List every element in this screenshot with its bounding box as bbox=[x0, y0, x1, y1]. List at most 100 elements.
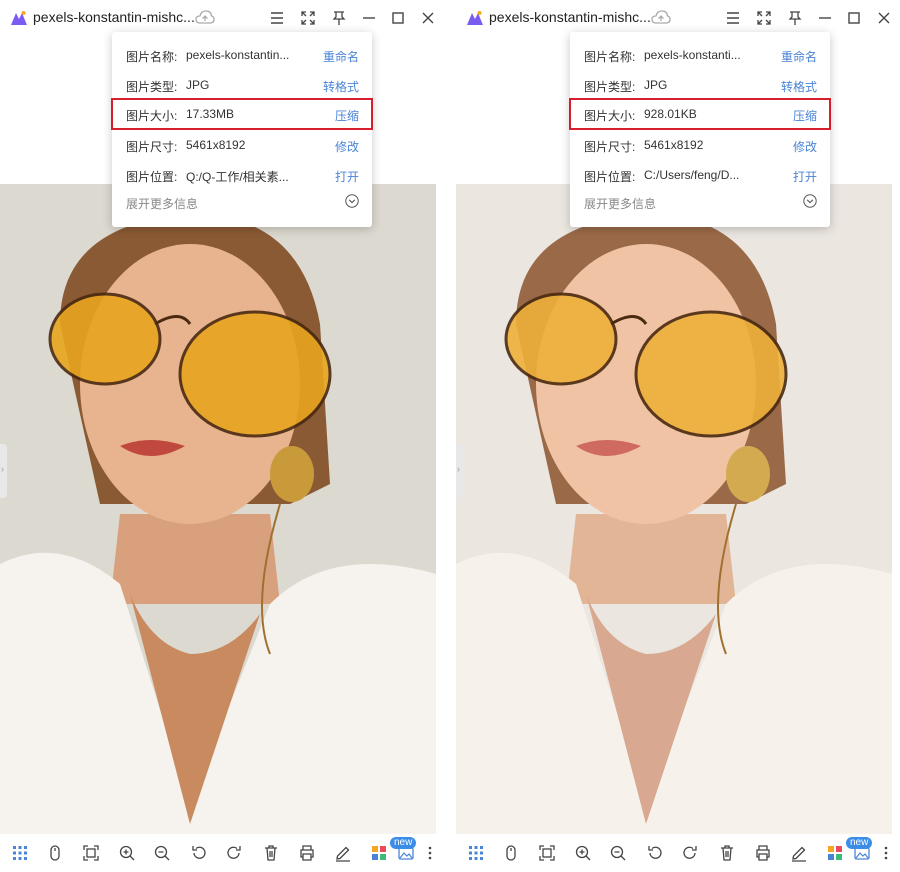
location-value: C:/Users/feng/D... bbox=[644, 168, 740, 182]
open-location-link[interactable]: 打开 bbox=[335, 168, 359, 185]
mouse-icon[interactable] bbox=[46, 844, 64, 862]
edit-icon[interactable] bbox=[790, 844, 808, 862]
print-icon[interactable] bbox=[754, 844, 772, 862]
grid-icon[interactable] bbox=[11, 844, 29, 862]
mouse-icon[interactable] bbox=[502, 844, 520, 862]
app-logo-icon bbox=[11, 11, 27, 25]
side-panel-handle[interactable]: › bbox=[456, 444, 463, 498]
file-title: pexels-konstantin-mishc... bbox=[489, 9, 651, 25]
rename-link[interactable]: 重命名 bbox=[323, 48, 359, 65]
chevron-down-icon bbox=[345, 194, 359, 208]
delete-icon[interactable] bbox=[262, 844, 280, 862]
menu-icon[interactable] bbox=[268, 9, 286, 27]
close-icon[interactable] bbox=[875, 9, 893, 27]
fullscreen-icon[interactable] bbox=[299, 9, 317, 27]
info-row-name: 图片名称: pexels-konstantin... 重命名 bbox=[112, 40, 372, 70]
zoom-out-icon[interactable] bbox=[609, 844, 627, 862]
size-value: 17.33MB bbox=[186, 107, 235, 121]
image-info-popup: 图片名称: pexels-konstantin... 重命名 图片类型: JPG… bbox=[111, 32, 373, 227]
type-value: JPG bbox=[644, 78, 668, 92]
new-badge: new bbox=[846, 837, 873, 849]
fit-screen-icon[interactable] bbox=[82, 844, 100, 862]
chevron-down-icon bbox=[803, 194, 817, 208]
dimensions-label: 图片尺寸: bbox=[126, 140, 178, 154]
minimize-icon[interactable] bbox=[816, 9, 834, 27]
name-label: 图片名称: bbox=[584, 50, 636, 64]
location-label: 图片位置: bbox=[584, 170, 636, 184]
title-bar: pexels-konstantin-mishc... bbox=[456, 0, 900, 36]
fit-screen-icon[interactable] bbox=[538, 844, 556, 862]
menu-icon[interactable] bbox=[724, 9, 742, 27]
info-row-location: 图片位置: Q:/Q-工作/相关素... 打开 bbox=[112, 160, 372, 190]
pin-icon[interactable] bbox=[786, 9, 804, 27]
dimensions-value: 5461x8192 bbox=[186, 138, 246, 152]
open-location-link[interactable]: 打开 bbox=[793, 168, 817, 185]
size-value: 928.01KB bbox=[644, 107, 697, 121]
print-icon[interactable] bbox=[298, 844, 316, 862]
close-icon[interactable] bbox=[419, 9, 437, 27]
name-label: 图片名称: bbox=[126, 50, 178, 64]
info-row-size: 图片大小: 17.33MB 压缩 bbox=[111, 98, 373, 130]
zoom-in-icon[interactable] bbox=[574, 844, 592, 862]
rotate-right-icon[interactable] bbox=[681, 844, 699, 862]
info-row-type: 图片类型: JPG 转格式 bbox=[112, 70, 372, 100]
info-row-name: 图片名称: pexels-konstanti... 重命名 bbox=[570, 40, 830, 70]
rotate-right-icon[interactable] bbox=[225, 844, 243, 862]
expand-more-label: 展开更多信息 bbox=[584, 197, 657, 211]
image-info-popup: 图片名称: pexels-konstanti... 重命名 图片类型: JPG … bbox=[569, 32, 831, 227]
grid-icon[interactable] bbox=[467, 844, 485, 862]
resize-link[interactable]: 修改 bbox=[335, 138, 359, 155]
type-label: 图片类型: bbox=[584, 80, 636, 94]
type-label: 图片类型: bbox=[126, 80, 178, 94]
minimize-icon[interactable] bbox=[360, 9, 378, 27]
location-value: Q:/Q-工作/相关素... bbox=[186, 170, 289, 184]
zoom-out-icon[interactable] bbox=[153, 844, 171, 862]
more-icon[interactable] bbox=[877, 844, 888, 862]
file-title: pexels-konstantin-mishc... bbox=[33, 9, 195, 25]
rotate-left-icon[interactable] bbox=[190, 844, 208, 862]
new-badge: new bbox=[390, 837, 417, 849]
maximize-icon[interactable] bbox=[389, 9, 407, 27]
edit-icon[interactable] bbox=[334, 844, 352, 862]
side-panel-handle[interactable]: › bbox=[0, 444, 7, 498]
pin-icon[interactable] bbox=[330, 9, 348, 27]
info-row-type: 图片类型: JPG 转格式 bbox=[570, 70, 830, 100]
app-logo-icon bbox=[467, 11, 483, 25]
cloud-upload-icon[interactable] bbox=[651, 9, 671, 27]
dimensions-value: 5461x8192 bbox=[644, 138, 704, 152]
info-row-dimensions: 图片尺寸: 5461x8192 修改 bbox=[570, 130, 830, 160]
size-label: 图片大小: bbox=[126, 109, 178, 123]
convert-format-link[interactable]: 转格式 bbox=[323, 78, 359, 95]
delete-icon[interactable] bbox=[718, 844, 736, 862]
fullscreen-icon[interactable] bbox=[755, 9, 773, 27]
expand-more-info[interactable]: 展开更多信息 bbox=[570, 192, 830, 218]
bottom-toolbar: new bbox=[0, 834, 444, 872]
name-value: pexels-konstantin... bbox=[186, 48, 290, 62]
resize-link[interactable]: 修改 bbox=[793, 138, 817, 155]
apps-icon[interactable] bbox=[826, 844, 844, 862]
cloud-upload-icon[interactable] bbox=[195, 9, 215, 27]
rename-link[interactable]: 重命名 bbox=[781, 48, 817, 65]
maximize-icon[interactable] bbox=[845, 9, 863, 27]
dimensions-label: 图片尺寸: bbox=[584, 140, 636, 154]
photo-original bbox=[0, 184, 436, 834]
info-row-dimensions: 图片尺寸: 5461x8192 修改 bbox=[112, 130, 372, 160]
photo-compressed bbox=[456, 184, 892, 834]
size-label: 图片大小: bbox=[584, 109, 636, 123]
apps-icon[interactable] bbox=[370, 844, 388, 862]
title-bar: pexels-konstantin-mishc... bbox=[0, 0, 444, 36]
compress-link[interactable]: 压缩 bbox=[793, 107, 817, 124]
bottom-toolbar: new bbox=[456, 834, 900, 872]
zoom-in-icon[interactable] bbox=[118, 844, 136, 862]
more-icon[interactable] bbox=[421, 844, 432, 862]
viewer-window-original: pexels-konstantin-mishc... › 图片名称: pexel… bbox=[0, 0, 444, 872]
expand-more-label: 展开更多信息 bbox=[126, 197, 199, 211]
expand-more-info[interactable]: 展开更多信息 bbox=[112, 192, 372, 218]
convert-format-link[interactable]: 转格式 bbox=[781, 78, 817, 95]
compress-link[interactable]: 压缩 bbox=[335, 107, 359, 124]
name-value: pexels-konstanti... bbox=[644, 48, 741, 62]
type-value: JPG bbox=[186, 78, 210, 92]
rotate-left-icon[interactable] bbox=[646, 844, 664, 862]
info-row-location: 图片位置: C:/Users/feng/D... 打开 bbox=[570, 160, 830, 190]
viewer-window-compressed: pexels-konstantin-mishc... › 图片名称: pexel… bbox=[456, 0, 900, 872]
